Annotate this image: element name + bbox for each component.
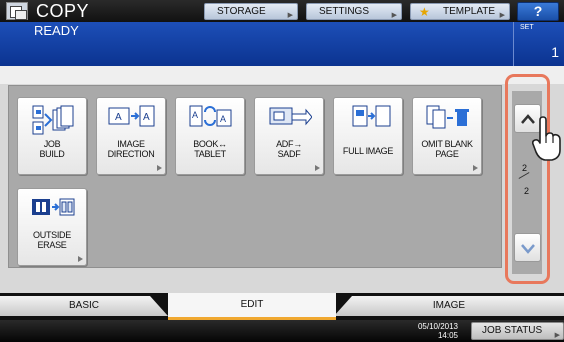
set-count: 1	[551, 44, 559, 60]
svg-text:A: A	[192, 110, 198, 120]
app-title: COPY	[36, 1, 90, 21]
job-status-label: JOB STATUS	[482, 325, 543, 336]
help-button[interactable]: ?	[517, 2, 559, 21]
omit-blank-page-label: OMIT BLANK PAGE	[421, 139, 473, 159]
date-time: 05/10/2013 14:05	[400, 322, 458, 340]
job-status-button[interactable]: JOB STATUS ▶	[471, 322, 564, 340]
settings-button[interactable]: SETTINGS ▶	[306, 3, 402, 20]
more-options-icon	[78, 256, 83, 262]
copy-screen: COPY STORAGE ▶ SETTINGS ▶ ★ TEMPLATE ▶ ?…	[0, 0, 564, 342]
full-image-button[interactable]: FULL IMAGE	[333, 97, 403, 175]
copy-app-icon	[6, 2, 28, 20]
svg-text:A: A	[115, 112, 122, 123]
template-button-label: TEMPLATE	[443, 6, 496, 17]
book-tablet-label: BOOK↔ TABLET	[193, 139, 227, 159]
outside-erase-button[interactable]: OUTSIDE ERASE	[17, 188, 87, 266]
arrow-right-icon: ▶	[499, 12, 505, 19]
adf-sadf-icon	[269, 107, 312, 126]
image-direction-label: IMAGE DIRECTION	[107, 139, 155, 159]
storage-button-label: STORAGE	[217, 6, 266, 17]
tab-edit[interactable]: EDIT	[168, 293, 336, 320]
date-text: 05/10/2013	[417, 322, 458, 331]
outside-erase-icon	[32, 198, 75, 216]
top-bar: COPY STORAGE ▶ SETTINGS ▶ ★ TEMPLATE ▶ ?	[0, 0, 564, 22]
full-image-icon	[352, 105, 391, 127]
arrow-right-icon: ▶	[554, 332, 560, 339]
image-direction-button[interactable]: A A IMAGE DIRECTION	[96, 97, 166, 175]
tab-image[interactable]: IMAGE	[334, 296, 564, 316]
more-options-icon	[315, 165, 320, 171]
status-bar: READY SET 1	[0, 22, 564, 66]
svg-text:A: A	[143, 112, 150, 123]
svg-text:A: A	[220, 114, 226, 124]
time-text: 14:05	[437, 331, 458, 340]
message-strip	[0, 66, 564, 84]
pointing-hand-icon	[532, 116, 561, 161]
full-image-label: FULL IMAGE	[342, 146, 394, 156]
job-build-icon	[32, 105, 74, 135]
arrow-right-icon: ▶	[391, 12, 397, 19]
settings-button-label: SETTINGS	[319, 6, 370, 17]
book-tablet-icon: A A	[189, 105, 232, 127]
status-message: READY	[34, 23, 79, 38]
image-direction-icon: A A	[108, 105, 155, 127]
set-counter: SET 1	[513, 22, 564, 66]
adf-sadf-label: ADF→ SADF	[276, 139, 302, 159]
omit-blank-page-button[interactable]: OMIT BLANK PAGE	[412, 97, 482, 175]
more-options-icon	[157, 165, 162, 171]
storage-button[interactable]: STORAGE ▶	[204, 3, 298, 20]
set-label: SET	[520, 24, 534, 31]
highlight-outline	[505, 74, 550, 284]
tab-basic[interactable]: BASIC	[0, 296, 168, 316]
outside-erase-label: OUTSIDE ERASE	[33, 230, 71, 250]
adf-sadf-button[interactable]: ADF→ SADF	[254, 97, 324, 175]
job-build-label: JOB BUILD	[39, 139, 65, 159]
job-build-button[interactable]: JOB BUILD	[17, 97, 87, 175]
book-tablet-button[interactable]: A A BOOK↔ TABLET	[175, 97, 245, 175]
more-options-icon	[473, 165, 478, 171]
omit-blank-page-icon	[426, 105, 469, 129]
template-button[interactable]: ★ TEMPLATE ▶	[410, 3, 510, 20]
star-icon: ★	[419, 5, 430, 19]
arrow-right-icon: ▶	[287, 12, 293, 19]
